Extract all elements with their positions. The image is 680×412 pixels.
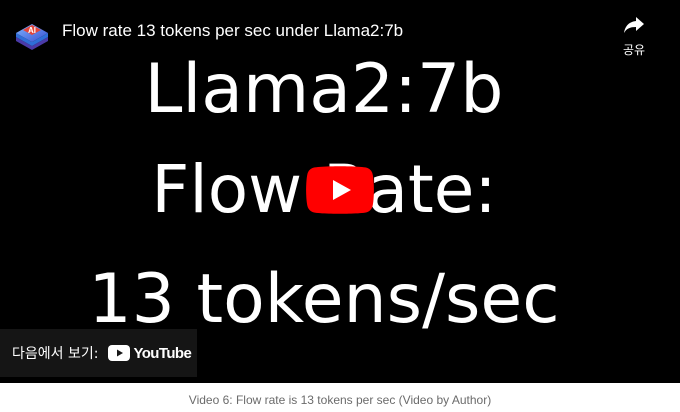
video-player[interactable]: AI Flow rate 13 tokens per sec under Lla… xyxy=(0,0,680,383)
slide-text-line-1: Llama2:7b xyxy=(144,50,504,129)
watch-on-youtube-button[interactable]: 다음에서 보기: YouTube xyxy=(0,329,197,377)
youtube-wordmark: YouTube xyxy=(133,344,192,362)
svg-text:AI: AI xyxy=(28,26,36,35)
watch-on-label: 다음에서 보기: xyxy=(12,346,99,362)
video-caption: Video 6: Flow rate is 13 tokens per sec … xyxy=(188,393,492,407)
play-button[interactable] xyxy=(306,166,374,214)
share-arrow-icon xyxy=(624,17,644,33)
youtube-logo-icon xyxy=(108,345,131,361)
video-title[interactable]: Flow rate 13 tokens per sec under Llama2… xyxy=(62,20,403,42)
youtube-logo: YouTube xyxy=(108,344,192,362)
